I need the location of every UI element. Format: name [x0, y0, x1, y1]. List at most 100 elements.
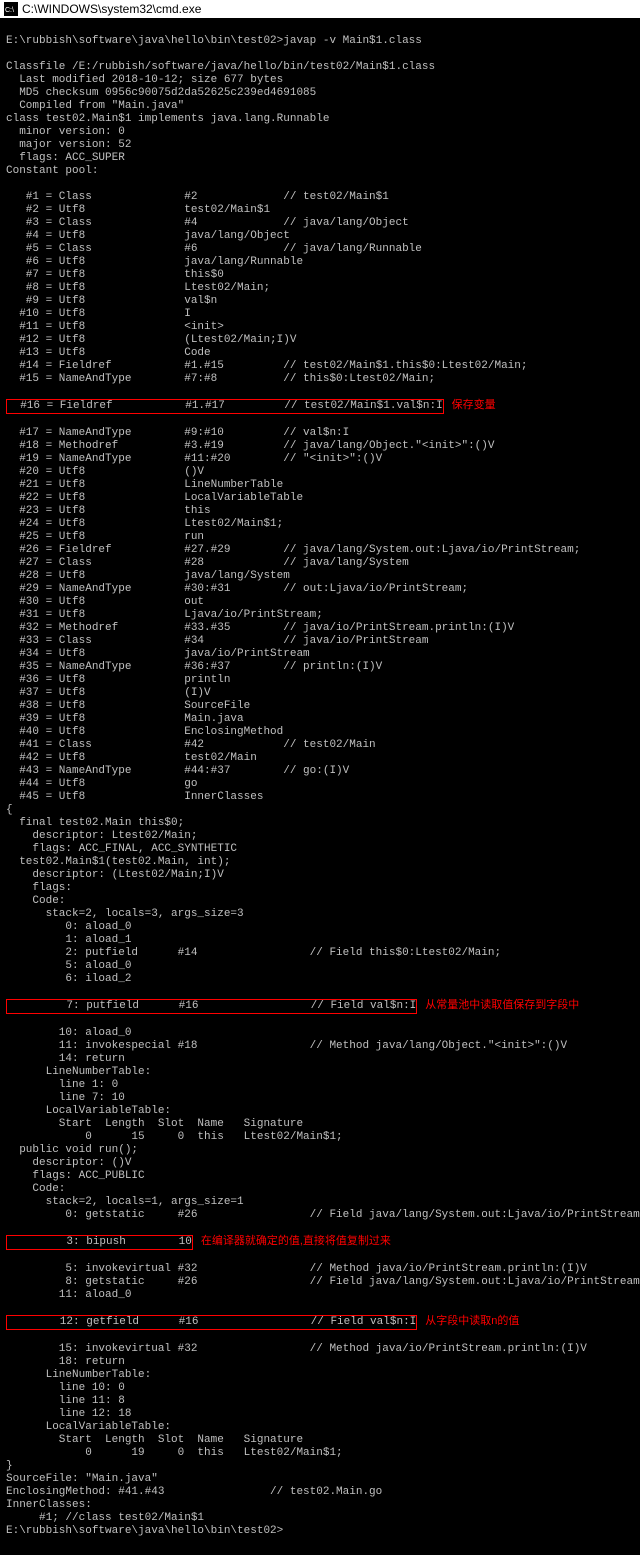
output-line: LineNumberTable:: [6, 1066, 634, 1079]
output-line: #7 = Utf8 this$0: [6, 269, 634, 282]
output-line: #35 = NameAndType #36:#37 // println:(I)…: [6, 661, 634, 674]
output-line: 11: invokespecial #18 // Method java/lan…: [6, 1040, 634, 1053]
output-line: class test02.Main$1 implements java.lang…: [6, 113, 634, 126]
output-line: Last modified 2018-10-12; size 677 bytes: [6, 74, 634, 87]
output-line: #31 = Utf8 Ljava/io/PrintStream;: [6, 609, 634, 622]
output-line: #19 = NameAndType #11:#20 // "<init>":()…: [6, 453, 634, 466]
output-line: 6: iload_2: [6, 973, 634, 986]
output-line: 0 19 0 this Ltest02/Main$1;: [6, 1447, 634, 1460]
prompt-line: E:\rubbish\software\java\hello\bin\test0…: [6, 35, 634, 48]
pool-continued: #17 = NameAndType #9:#10 // val$n:I #18 …: [6, 427, 634, 986]
output-line: #44 = Utf8 go: [6, 778, 634, 791]
output-line: Classfile /E:/rubbish/software/java/hell…: [6, 61, 634, 74]
output-line: 8: getstatic #26 // Field java/lang/Syst…: [6, 1276, 634, 1289]
output-line: #24 = Utf8 Ltest02/Main$1;: [6, 518, 634, 531]
bytecode-getfield-12: 12: getfield #16 // Field val$n:I: [6, 1315, 417, 1330]
output-line: Start Length Slot Name Signature: [6, 1434, 634, 1447]
constant-pool: #1 = Class #2 // test02/Main$1 #2 = Utf8…: [6, 191, 634, 386]
output-line: flags:: [6, 882, 634, 895]
output-line: 15: invokevirtual #32 // Method java/io/…: [6, 1343, 634, 1356]
output-line: 5: invokevirtual #32 // Method java/io/P…: [6, 1263, 634, 1276]
output-line: minor version: 0: [6, 126, 634, 139]
output-line: }: [6, 1460, 634, 1473]
output-line: #11 = Utf8 <init>: [6, 321, 634, 334]
output-line: 1: aload_1: [6, 934, 634, 947]
output-line: test02.Main$1(test02.Main, int);: [6, 856, 634, 869]
window-titlebar: C:\WINDOWS\system32\cmd.exe: [0, 0, 640, 18]
window-title: C:\WINDOWS\system32\cmd.exe: [22, 3, 201, 16]
output-line: #33 = Class #34 // java/io/PrintStream: [6, 635, 634, 648]
bytecode-bipush-3: 3: bipush 10: [6, 1235, 193, 1250]
output-line: #29 = NameAndType #30:#31 // out:Ljava/i…: [6, 583, 634, 596]
output-line: #26 = Fieldref #27.#29 // java/lang/Syst…: [6, 544, 634, 557]
output-line: 0: aload_0: [6, 921, 634, 934]
output-line: #41 = Class #42 // test02/Main: [6, 739, 634, 752]
output-line: Constant pool:: [6, 165, 634, 178]
output-line: Compiled from "Main.java": [6, 100, 634, 113]
output-line: #1 = Class #2 // test02/Main$1: [6, 191, 634, 204]
output-line: flags: ACC_SUPER: [6, 152, 634, 165]
output-line: #39 = Utf8 Main.java: [6, 713, 634, 726]
output-line: line 7: 10: [6, 1092, 634, 1105]
bytecode-block-3: 15: invokevirtual #32 // Method java/io/…: [6, 1343, 634, 1538]
output-line: #13 = Utf8 Code: [6, 347, 634, 360]
output-line: SourceFile: "Main.java": [6, 1473, 634, 1486]
output-line: flags: ACC_FINAL, ACC_SYNTHETIC: [6, 843, 634, 856]
output-line: #37 = Utf8 (I)V: [6, 687, 634, 700]
pool-entry-16: #16 = Fieldref #1.#17 // test02/Main$1.v…: [6, 399, 444, 414]
output-line: #8 = Utf8 Ltest02/Main;: [6, 282, 634, 295]
output-line: stack=2, locals=3, args_size=3: [6, 908, 634, 921]
output-line: line 12: 18: [6, 1408, 634, 1421]
output-line: flags: ACC_PUBLIC: [6, 1170, 634, 1183]
bytecode-putfield-7: 7: putfield #16 // Field val$n:I: [6, 999, 417, 1014]
output-line: #4 = Utf8 java/lang/Object: [6, 230, 634, 243]
output-line: 18: return: [6, 1356, 634, 1369]
output-line: 2: putfield #14 // Field this$0:Ltest02/…: [6, 947, 634, 960]
output-line: LocalVariableTable:: [6, 1105, 634, 1118]
output-line: 14: return: [6, 1053, 634, 1066]
bytecode-block-1: 10: aload_0 11: invokespecial #18 // Met…: [6, 1027, 634, 1222]
output-line: #18 = Methodref #3.#19 // java/lang/Obje…: [6, 440, 634, 453]
output-line: descriptor: ()V: [6, 1157, 634, 1170]
output-line: {: [6, 804, 634, 817]
output-line: #21 = Utf8 LineNumberTable: [6, 479, 634, 492]
output-line: major version: 52: [6, 139, 634, 152]
annotation-read-const: 从常量池中读取值保存到字段中: [425, 999, 579, 1014]
output-line: #14 = Fieldref #1.#15 // test02/Main$1.t…: [6, 360, 634, 373]
output-line: #2 = Utf8 test02/Main$1: [6, 204, 634, 217]
output-line: descriptor: (Ltest02/Main;I)V: [6, 869, 634, 882]
getfield-12-row: 12: getfield #16 // Field val$n:I 从字段中读取n…: [6, 1315, 634, 1330]
annotation-read-field-n: 从字段中读取n的值: [425, 1315, 519, 1330]
output-line: #27 = Class #28 // java/lang/System: [6, 557, 634, 570]
output-line: #28 = Utf8 java/lang/System: [6, 570, 634, 583]
output-line: #5 = Class #6 // java/lang/Runnable: [6, 243, 634, 256]
output-line: #12 = Utf8 (Ltest02/Main;I)V: [6, 334, 634, 347]
output-line: 10: aload_0: [6, 1027, 634, 1040]
putfield-7-row: 7: putfield #16 // Field val$n:I 从常量池中读取值…: [6, 999, 634, 1014]
annotation-save-var: 保存变量: [452, 399, 496, 414]
output-line: 11: aload_0: [6, 1289, 634, 1302]
terminal-output[interactable]: E:\rubbish\software\java\hello\bin\test0…: [0, 18, 640, 1555]
output-line: #30 = Utf8 out: [6, 596, 634, 609]
output-line: 0 15 0 this Ltest02/Main$1;: [6, 1131, 634, 1144]
output-line: #34 = Utf8 java/io/PrintStream: [6, 648, 634, 661]
output-line: MD5 checksum 0956c90075d2da52625c239ed46…: [6, 87, 634, 100]
bipush-3-row: 3: bipush 10在编译器就确定的值,直接将值复制过来: [6, 1235, 634, 1250]
output-line: LocalVariableTable:: [6, 1421, 634, 1434]
output-line: descriptor: Ltest02/Main;: [6, 830, 634, 843]
output-line: Code:: [6, 895, 634, 908]
output-line: 0: getstatic #26 // Field java/lang/Syst…: [6, 1209, 634, 1222]
output-line: final test02.Main this$0;: [6, 817, 634, 830]
output-line: #45 = Utf8 InnerClasses: [6, 791, 634, 804]
cmd-icon: [4, 2, 18, 16]
output-line: line 10: 0: [6, 1382, 634, 1395]
output-line: #22 = Utf8 LocalVariableTable: [6, 492, 634, 505]
output-line: LineNumberTable:: [6, 1369, 634, 1382]
output-line: #40 = Utf8 EnclosingMethod: [6, 726, 634, 739]
output-line: #9 = Utf8 val$n: [6, 295, 634, 308]
output-line: #36 = Utf8 println: [6, 674, 634, 687]
output-line: #25 = Utf8 run: [6, 531, 634, 544]
output-line: #42 = Utf8 test02/Main: [6, 752, 634, 765]
output-line: #17 = NameAndType #9:#10 // val$n:I: [6, 427, 634, 440]
output-line: public void run();: [6, 1144, 634, 1157]
